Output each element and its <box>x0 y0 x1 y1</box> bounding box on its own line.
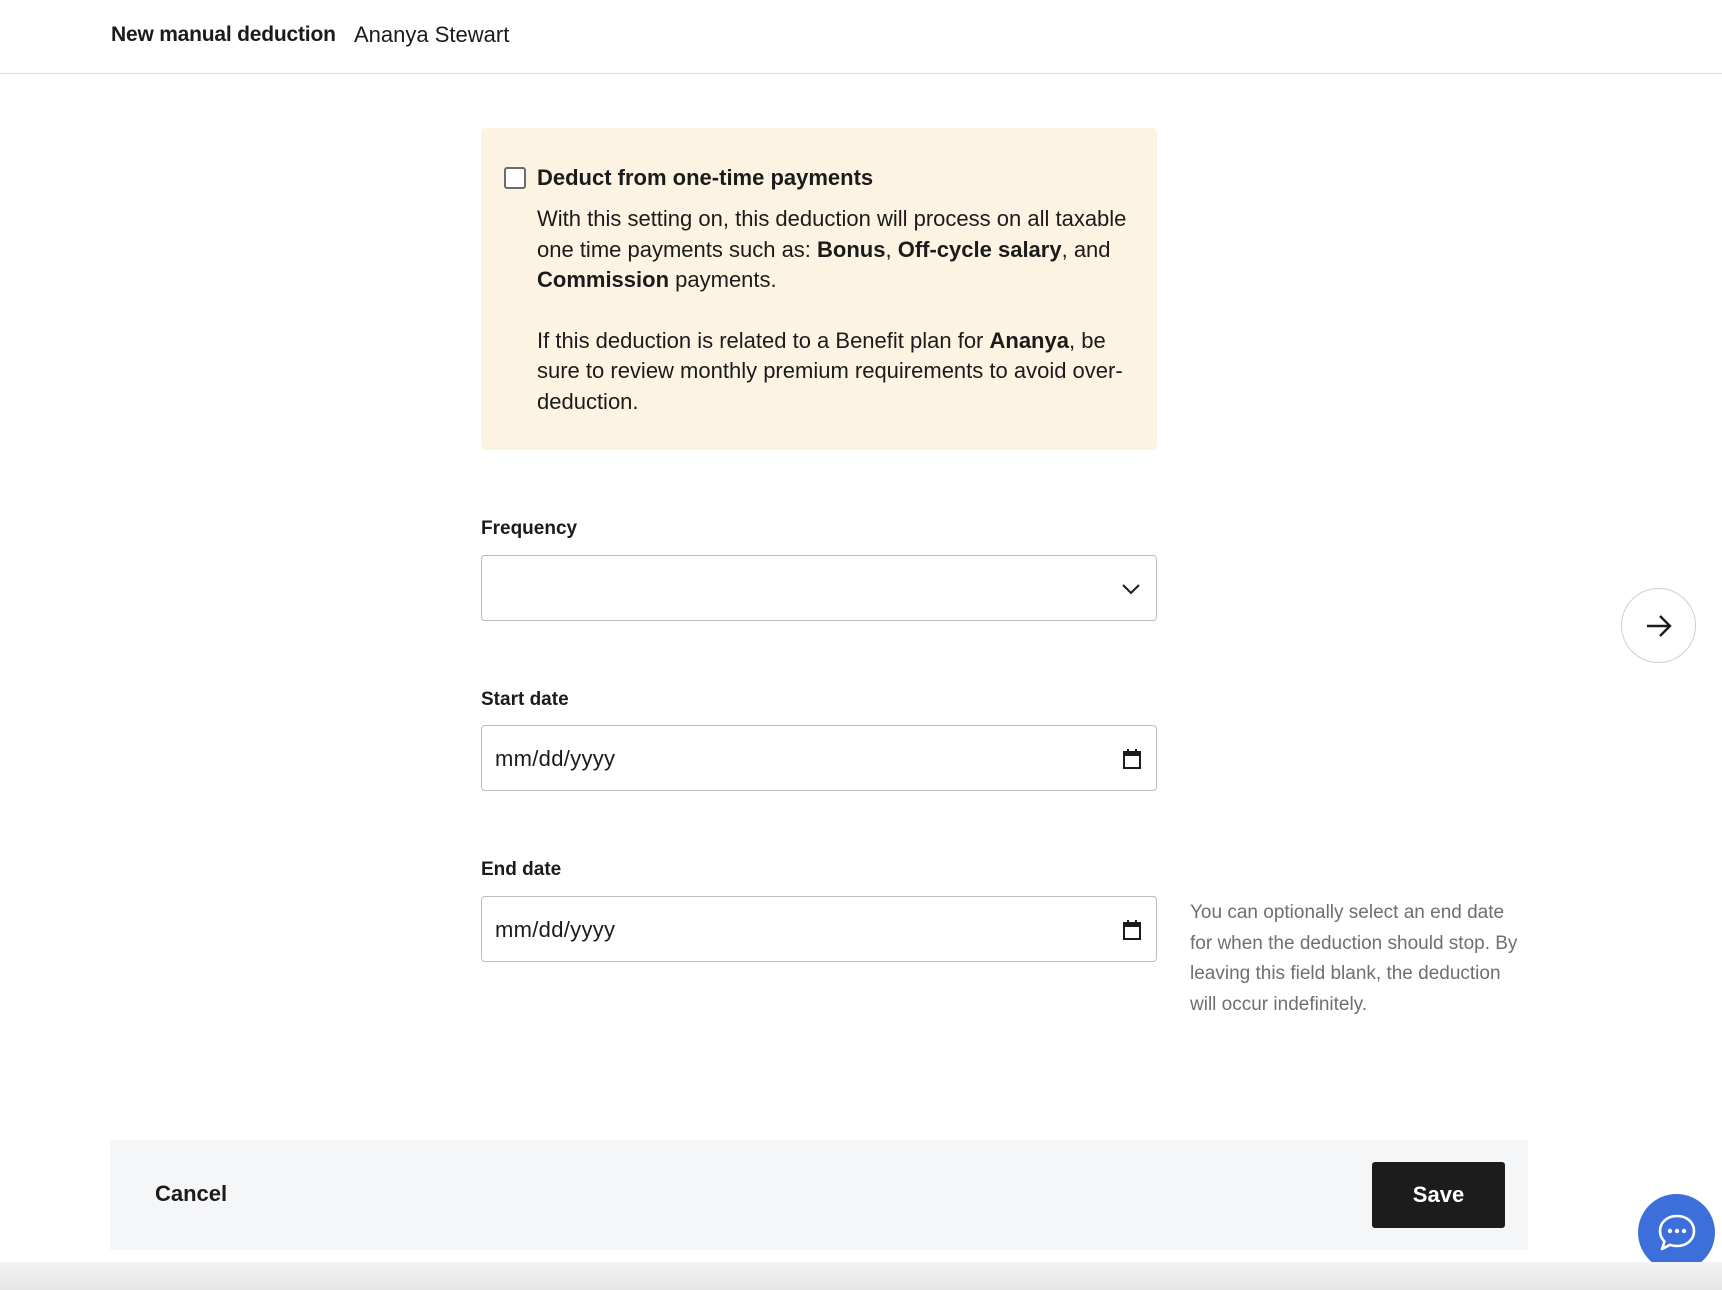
notice-bold-bonus: Bonus <box>817 236 886 262</box>
notice-paragraph-2: If this deduction is related to a Benefi… <box>537 326 1137 418</box>
notice-body: With this setting on, this deduction wil… <box>537 204 1137 417</box>
save-button[interactable]: Save <box>1372 1162 1505 1228</box>
frequency-select[interactable] <box>481 555 1157 621</box>
one-time-payments-notice: Deduct from one-time payments With this … <box>481 128 1157 450</box>
deduct-one-time-label[interactable]: Deduct from one-time payments <box>537 165 873 191</box>
calendar-icon[interactable] <box>1122 748 1142 770</box>
chat-bubble-icon <box>1658 1214 1696 1251</box>
page-title: New manual deduction <box>111 23 336 46</box>
notice-paragraph-1: With this setting on, this deduction wil… <box>537 204 1137 296</box>
bottom-edge <box>0 1262 1722 1290</box>
cancel-button[interactable]: Cancel <box>155 1181 227 1207</box>
notice-text: If this deduction is related to a Benefi… <box>537 327 990 353</box>
employee-name: Ananya Stewart <box>354 22 510 47</box>
notice-bold-employee: Ananya <box>989 327 1069 353</box>
deduct-one-time-checkbox[interactable] <box>504 167 526 189</box>
notice-text: payments. <box>669 267 777 292</box>
end-date-input[interactable]: mm/dd/yyyy <box>481 896 1157 962</box>
end-date-value: mm/dd/yyyy <box>495 917 616 942</box>
notice-bold-off-cycle: Off-cycle salary <box>897 236 1062 262</box>
start-date-input[interactable]: mm/dd/yyyy <box>481 725 1157 791</box>
notice-text: , <box>885 236 898 262</box>
chat-support-button[interactable] <box>1638 1194 1715 1271</box>
form-footer: Cancel Save <box>110 1140 1528 1250</box>
notice-text: , and <box>1061 236 1111 262</box>
arrow-right-icon <box>1647 615 1672 637</box>
chevron-down-icon <box>1122 584 1140 595</box>
notice-bold-commission: Commission <box>537 267 670 292</box>
frequency-label: Frequency <box>481 518 578 539</box>
end-date-label: End date <box>481 859 562 880</box>
page-header: New manual deduction Ananya Stewart <box>0 0 1722 74</box>
end-date-help-text: You can optionally select an end date fo… <box>1190 902 1518 1015</box>
calendar-icon[interactable] <box>1122 919 1142 941</box>
start-date-value: mm/dd/yyyy <box>495 746 616 771</box>
next-arrow-button[interactable] <box>1621 588 1696 663</box>
start-date-label: Start date <box>481 689 569 710</box>
